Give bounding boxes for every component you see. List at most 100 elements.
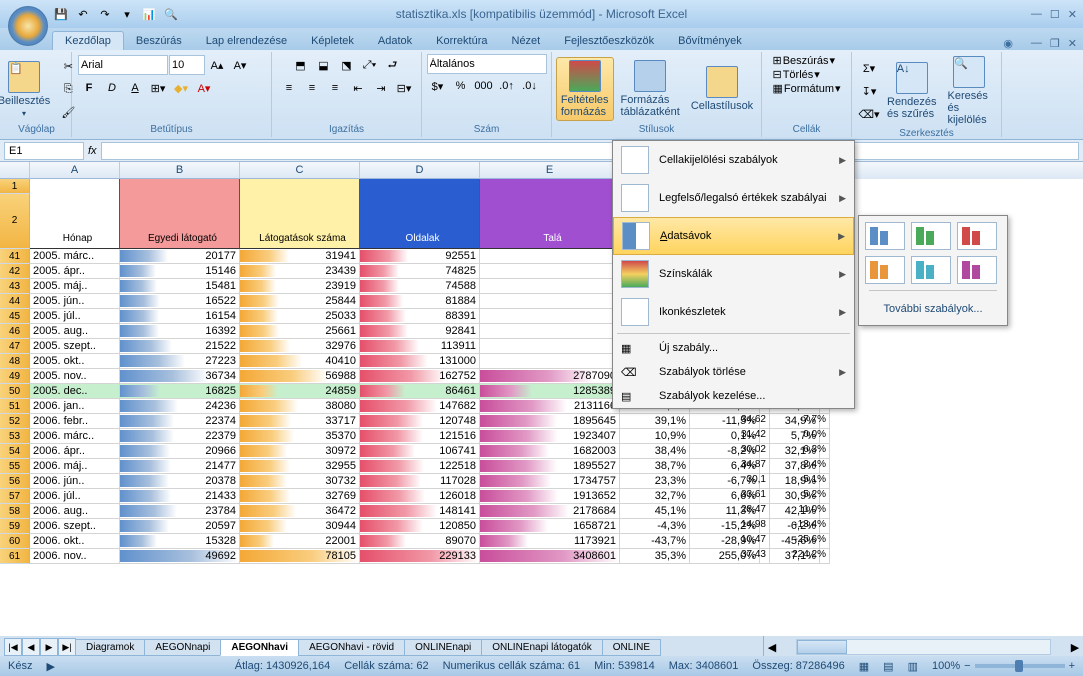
cell[interactable]: 31941	[240, 249, 360, 264]
cell[interactable]: 2006. okt..	[30, 534, 120, 549]
cell[interactable]: 27223	[120, 354, 240, 369]
row-header[interactable]: 44	[0, 294, 30, 309]
mdi-minimize-icon[interactable]: —	[1031, 37, 1042, 50]
cell[interactable]	[480, 294, 620, 309]
cell[interactable]: 1285389	[480, 384, 620, 399]
cell[interactable]: 86461	[360, 384, 480, 399]
cell[interactable]: 2006. jún..	[30, 474, 120, 489]
sort-filter-button[interactable]: A↓Rendezés és szűrés	[883, 60, 941, 122]
indent-dec-icon[interactable]: ⇤	[347, 77, 369, 99]
cell[interactable]: -11,5%	[690, 414, 760, 429]
cell[interactable]: 92551	[360, 249, 480, 264]
cell[interactable]: 2006. aug..	[30, 504, 120, 519]
icon-sets-item[interactable]: Ikonkészletek▶	[613, 293, 854, 331]
col-header[interactable]: B	[120, 162, 240, 179]
grow-font-icon[interactable]: A▴	[206, 54, 228, 76]
manage-rules-item[interactable]: ▤Szabályok kezelése...	[613, 384, 854, 408]
row-header[interactable]: 57	[0, 489, 30, 504]
col-header[interactable]: C	[240, 162, 360, 179]
cell[interactable]: 2005. nov..	[30, 369, 120, 384]
cell[interactable]: 36472	[240, 504, 360, 519]
cell[interactable]: 15146	[120, 264, 240, 279]
thousands-icon[interactable]: 000	[473, 75, 495, 97]
row-header[interactable]: 58	[0, 504, 30, 519]
view-pagebreak-icon[interactable]: ▥	[908, 660, 918, 673]
cell[interactable]: 2006. jan..	[30, 399, 120, 414]
maximize-icon[interactable]: ☐	[1050, 8, 1060, 21]
view-normal-icon[interactable]: ▦	[859, 660, 869, 673]
align-right-icon[interactable]: ≡	[324, 77, 346, 99]
cell[interactable]: 255,0%	[690, 549, 760, 564]
cell[interactable]: 2178684	[480, 504, 620, 519]
percent-icon[interactable]: %	[450, 75, 472, 97]
redo-icon[interactable]: ↷	[96, 5, 114, 23]
row-header[interactable]: 48	[0, 354, 30, 369]
cell[interactable]: -28,9%	[690, 534, 760, 549]
cell[interactable]: 39,1%	[620, 414, 690, 429]
databar-purple[interactable]	[957, 256, 997, 284]
formula-bar[interactable]	[101, 142, 1079, 160]
insert-cells-button[interactable]: ⊞ Beszúrás ▾	[772, 54, 835, 67]
databar-blue[interactable]	[865, 222, 905, 250]
align-mid-icon[interactable]: ⬓	[313, 54, 335, 76]
mdi-restore-icon[interactable]: ❐	[1050, 37, 1060, 50]
cell[interactable]: -15,2%	[690, 519, 760, 534]
col-header[interactable]: D	[360, 162, 480, 179]
cell[interactable]: 21477	[120, 459, 240, 474]
cell[interactable]: 1913652	[480, 489, 620, 504]
cell[interactable]: 21522	[120, 339, 240, 354]
cell[interactable]: 25844	[240, 294, 360, 309]
undo-icon[interactable]: ↶	[74, 5, 92, 23]
clear-rules-item[interactable]: ⌫Szabályok törlése▶	[613, 360, 854, 384]
dec-dec-icon[interactable]: .0↓	[519, 75, 541, 97]
cell[interactable]: 56988	[240, 369, 360, 384]
cell[interactable]: 25661	[240, 324, 360, 339]
ribbon-tab-képletek[interactable]: Képletek	[299, 32, 366, 50]
ribbon-tab-beszúrás[interactable]: Beszúrás	[124, 32, 194, 50]
row-header[interactable]: 41	[0, 249, 30, 264]
cell[interactable]: 35,3%	[620, 549, 690, 564]
databar-orange[interactable]	[865, 256, 905, 284]
conditional-formatting-button[interactable]: Feltételes formázás	[556, 57, 614, 121]
chart-icon[interactable]: 📊	[140, 5, 158, 23]
tab-next-icon[interactable]: ▶	[40, 638, 58, 656]
orientation-icon[interactable]: ⤢▾	[359, 54, 381, 76]
cell[interactable]	[480, 339, 620, 354]
merge-icon[interactable]: ⊟▾	[393, 77, 415, 99]
cell[interactable]: 88391	[360, 309, 480, 324]
cell[interactable]: 40410	[240, 354, 360, 369]
zoom-out-icon[interactable]: −	[964, 660, 970, 672]
cell[interactable]: 32955	[240, 459, 360, 474]
cell[interactable]: 32,7%	[620, 489, 690, 504]
highlight-cells-rules-item[interactable]: Cellakijelölési szabályok▶	[613, 141, 854, 179]
cell[interactable]: 81884	[360, 294, 480, 309]
ribbon-tab-adatok[interactable]: Adatok	[366, 32, 424, 50]
cell[interactable]: 162752	[360, 369, 480, 384]
cell[interactable]: 121516	[360, 429, 480, 444]
cell-styles-button[interactable]: Cellastílusok	[687, 64, 757, 114]
dec-inc-icon[interactable]: .0↑	[496, 75, 518, 97]
cell[interactable]: 10,9%	[620, 429, 690, 444]
cell[interactable]: -43,7%	[620, 534, 690, 549]
ribbon-tab-fejlesztőeszközök[interactable]: Fejlesztőeszközök	[552, 32, 666, 50]
cell[interactable]: 2006. márc..	[30, 429, 120, 444]
cell[interactable]: 23439	[240, 264, 360, 279]
ribbon-tab-nézet[interactable]: Nézet	[500, 32, 553, 50]
cell[interactable]: 229133	[360, 549, 480, 564]
cell[interactable]: 120748	[360, 414, 480, 429]
cell[interactable]: 2006. szept..	[30, 519, 120, 534]
fill-icon[interactable]: ↧▾	[858, 80, 880, 102]
zoom-in-icon[interactable]: +	[1069, 660, 1075, 672]
cell[interactable]: 78105	[240, 549, 360, 564]
cell[interactable]: 1658721	[480, 519, 620, 534]
row-header[interactable]: 60	[0, 534, 30, 549]
cell[interactable]: 16522	[120, 294, 240, 309]
row-header[interactable]: 56	[0, 474, 30, 489]
cell[interactable]: 122518	[360, 459, 480, 474]
cell[interactable]: 23919	[240, 279, 360, 294]
help-icon[interactable]: ◉	[1003, 37, 1013, 50]
row-header[interactable]: 54	[0, 444, 30, 459]
zoom-slider[interactable]	[975, 664, 1065, 668]
row-header[interactable]: 59	[0, 519, 30, 534]
align-bot-icon[interactable]: ⬔	[336, 54, 358, 76]
